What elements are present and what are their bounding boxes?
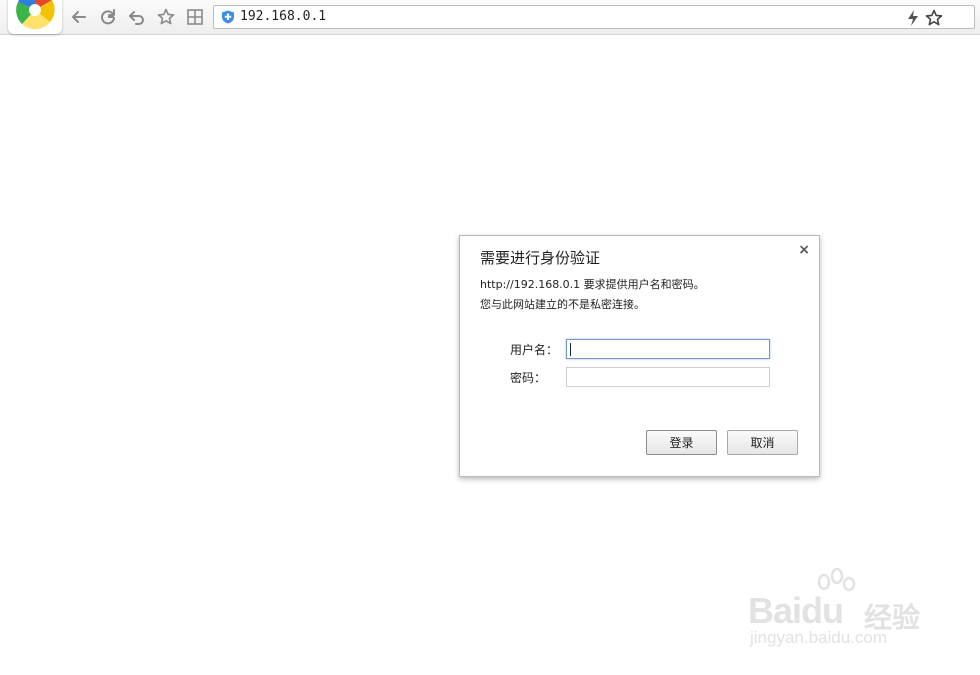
bookmark-star-icon xyxy=(925,9,943,26)
refresh-icon xyxy=(101,9,115,25)
watermark-brand: Baidu xyxy=(748,590,844,631)
dialog-title: 需要进行身份验证 xyxy=(480,249,601,267)
browser-toolbar: 192.168.0.1 xyxy=(0,0,980,35)
apps-grid-icon xyxy=(187,9,203,25)
favorite-star-icon xyxy=(157,8,175,25)
username-input[interactable] xyxy=(566,339,770,359)
cancel-button[interactable]: 取消 xyxy=(727,430,798,455)
text-caret xyxy=(570,343,571,356)
address-url[interactable]: 192.168.0.1 xyxy=(240,9,326,24)
favorite-button[interactable] xyxy=(156,7,176,27)
password-input[interactable] xyxy=(566,367,770,387)
lightning-icon xyxy=(908,10,918,26)
shield-icon xyxy=(222,10,234,24)
baidu-jingyan-watermark: Baidu 经验 jingyan.baidu.com xyxy=(748,568,938,658)
bookmark-button[interactable] xyxy=(925,9,943,27)
undo-close-tab-button[interactable] xyxy=(127,7,147,27)
dialog-message-insecure: 您与此网站建立的不是私密连接。 xyxy=(480,298,645,311)
apps-button[interactable] xyxy=(185,7,205,27)
speed-mode-button[interactable] xyxy=(904,9,922,27)
login-button[interactable]: 登录 xyxy=(646,430,717,455)
password-label: 密码： xyxy=(510,371,547,385)
back-button[interactable] xyxy=(69,7,89,27)
back-icon xyxy=(72,11,86,23)
address-bar[interactable]: 192.168.0.1 xyxy=(213,5,975,29)
close-icon[interactable]: × xyxy=(798,242,810,258)
browser-logo-icon[interactable] xyxy=(8,0,62,34)
watermark-url: jingyan.baidu.com xyxy=(750,628,888,647)
auth-dialog: 需要进行身份验证 × http://192.168.0.1 要求提供用户名和密码… xyxy=(459,235,820,477)
dialog-message-auth: http://192.168.0.1 要求提供用户名和密码。 xyxy=(480,278,705,291)
undo-close-tab-icon xyxy=(129,11,144,25)
refresh-button[interactable] xyxy=(98,7,118,27)
username-label: 用户名： xyxy=(510,343,559,357)
